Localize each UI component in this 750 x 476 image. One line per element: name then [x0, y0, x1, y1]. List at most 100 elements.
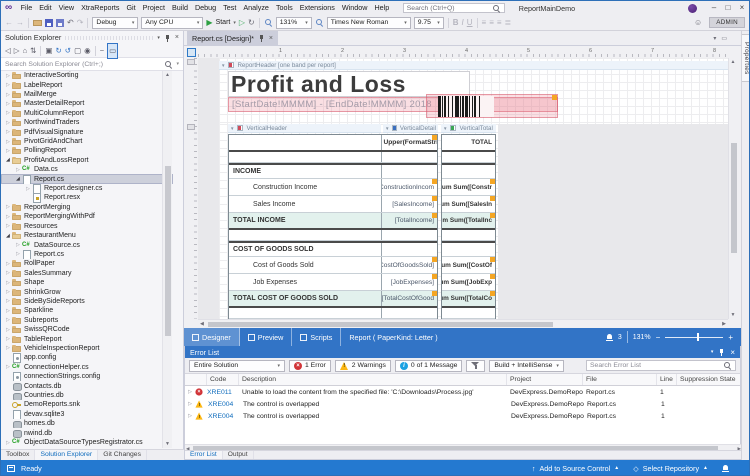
chevron-collapsed-icon[interactable]: ▷ [4, 336, 12, 342]
chevron-collapsed-icon[interactable]: ▷ [4, 289, 12, 295]
chevron-collapsed-icon[interactable]: ▷ [14, 251, 22, 257]
configuration-dropdown[interactable]: Debug▾ [92, 17, 138, 29]
error-search-input[interactable]: Search Error List [586, 360, 736, 371]
tree-item[interactable]: Report.resx [1, 193, 173, 202]
tab-toolbox[interactable]: Toolbox [1, 450, 35, 460]
vertical-detail-band-strip[interactable]: ▼ VerticalDetail [383, 124, 438, 133]
tab-output[interactable]: Output [223, 451, 254, 459]
float-window-icon[interactable]: ▭ [721, 35, 727, 42]
add-to-source-control-button[interactable]: ↑ Add to Source Control ▲ [532, 464, 619, 473]
underline-icon[interactable]: U [467, 15, 473, 31]
scroll-thumb[interactable] [165, 166, 171, 336]
tree-item[interactable]: homes.db [1, 419, 173, 428]
error-row[interactable]: ▷XRE004The control is overlappedDevExpre… [185, 410, 740, 422]
menu-item-build[interactable]: Build [169, 1, 192, 15]
build-intellisense-dropdown[interactable]: Build + IntelliSense▾ [489, 360, 564, 372]
report-detail-cell[interactable]: [TotalIncome] [381, 213, 437, 228]
align-right-icon[interactable]: ≡ [497, 15, 502, 31]
chevron-collapsed-icon[interactable]: ▷ [4, 345, 12, 351]
report-detail-cell[interactable] [381, 243, 437, 256]
report-label-cell[interactable] [229, 230, 381, 240]
column-header-project[interactable]: Project [507, 374, 583, 385]
band-collapse-chevron-icon[interactable]: ▼ [221, 63, 225, 68]
error-row[interactable]: ▷XRE004The control is overlappedDevExpre… [185, 398, 740, 410]
chevron-collapsed-icon[interactable]: ▷ [4, 92, 12, 98]
report-label-cell[interactable]: Job Expenses [229, 274, 381, 290]
scroll-down-icon[interactable]: ▼ [163, 440, 172, 448]
tree-item[interactable]: ▷TableReport [1, 334, 173, 343]
bold-icon[interactable]: B [453, 15, 459, 31]
back-icon[interactable]: ◁ [5, 44, 11, 58]
tree-item[interactable]: ▷InteractiveSorting [1, 71, 173, 80]
report-total-cell[interactable] [442, 243, 495, 256]
menu-item-analyze[interactable]: Analyze [240, 1, 273, 15]
tree-item[interactable]: ▷MailMerge [1, 90, 173, 99]
tree-item[interactable]: ▷LabelReport [1, 80, 173, 89]
report-detail-cell[interactable] [381, 230, 437, 240]
undo-icon[interactable]: ↶ [67, 15, 74, 31]
menu-item-debug[interactable]: Debug [191, 1, 219, 15]
zoom-in-icon[interactable] [315, 18, 324, 27]
tab-solution-explorer[interactable]: Solution Explorer [35, 450, 98, 460]
designer-tab-scripts[interactable]: Scripts [292, 328, 341, 346]
vertical-total-band-strip[interactable]: ▼ VerticalTotal [441, 124, 496, 133]
tree-item[interactable]: ▷SwissQRCode [1, 325, 173, 334]
chevron-collapsed-icon[interactable]: ▷ [4, 308, 12, 314]
preview-selected-items-icon[interactable]: − [100, 44, 104, 58]
report-detail-cell[interactable]: [TotalCostOfGood [381, 291, 437, 306]
vertical-header-band-strip[interactable]: ▼ VerticalHeader [228, 124, 381, 133]
scroll-thumb[interactable] [731, 143, 737, 253]
messages-filter-button[interactable]: i0 of 1 Message [395, 360, 462, 372]
report-total-cell[interactable]: sum Sum([SalesIn [442, 196, 495, 212]
report-total-cell[interactable] [442, 230, 495, 240]
scroll-left-icon[interactable]: ◀ [200, 320, 204, 328]
chevron-collapsed-icon[interactable]: ▷ [4, 120, 12, 126]
scope-dropdown[interactable]: Entire Solution▾ [189, 360, 285, 372]
tree-item[interactable]: ▷RollPaper [1, 259, 173, 268]
tree-item[interactable]: ▷NorthwindTraders [1, 118, 173, 127]
report-total-cell[interactable]: sum Sum([Constr [442, 179, 495, 195]
tree-item[interactable]: devav.sqlite3 [1, 410, 173, 419]
start-without-debugging-icon[interactable]: ▷ [239, 18, 245, 27]
chevron-expanded-icon[interactable]: ◢ [4, 233, 12, 239]
chevron-collapsed-icon[interactable]: ▷ [4, 101, 12, 107]
report-label-cell[interactable]: COST OF GOODS SOLD [229, 243, 381, 256]
report-label-cell[interactable]: TOTAL INCOME [229, 213, 381, 228]
error-row[interactable]: ▷×XRE011Unable to load the content from … [185, 386, 740, 398]
tree-item[interactable]: ▷Shape [1, 278, 173, 287]
tree-item[interactable]: ▷ShrinkGrow [1, 287, 173, 296]
tree-item[interactable]: ▷SalesSummary [1, 269, 173, 278]
pin-icon[interactable] [258, 34, 265, 42]
designer-tab-preview[interactable]: Preview [240, 328, 293, 346]
quick-search-input[interactable]: Search (Ctrl+Q) [403, 3, 505, 13]
close-button[interactable]: × [735, 1, 749, 15]
tree-item[interactable]: ▷Report.cs [1, 250, 173, 259]
report-detail-cell[interactable]: [JobExpenses] [381, 274, 437, 290]
tree-item[interactable]: ◢ProfitAndLossReport [1, 156, 173, 165]
tree-item[interactable]: app.config [1, 353, 173, 362]
italic-icon[interactable]: I [462, 15, 464, 31]
row-expand-chevron-icon[interactable]: ▷ [185, 389, 195, 395]
report-label-cell[interactable]: INCOME [229, 165, 381, 178]
scroll-right-icon[interactable]: ▶ [722, 320, 726, 328]
zoom-dropdown[interactable]: 131%▾ [276, 17, 312, 29]
errors-filter-button[interactable]: ×1 Error [289, 360, 331, 372]
menu-item-help[interactable]: Help [371, 1, 393, 15]
zoom-out-icon[interactable] [264, 18, 273, 27]
report-total-cell[interactable] [442, 152, 495, 162]
report-detail-cell[interactable]: [CostOfGoodsSold] [381, 257, 437, 273]
collapse-all-icon[interactable]: ▭ [107, 43, 118, 59]
window-position-chevron-icon[interactable]: ▾ [157, 35, 160, 41]
show-all-files-icon[interactable]: ▢ [74, 44, 81, 58]
tree-item[interactable]: connectionStrings.config [1, 372, 173, 381]
report-detail-cell[interactable]: Upper(FormatStri [381, 135, 437, 150]
zoom-slider-thumb[interactable] [697, 333, 699, 341]
pin-icon[interactable] [718, 348, 725, 356]
tree-item[interactable]: ◢Report.cs [1, 174, 173, 183]
chevron-collapsed-icon[interactable]: ▷ [4, 82, 12, 88]
band-collapse-chevron-icon[interactable]: ▼ [443, 126, 447, 131]
pin-icon[interactable] [164, 34, 171, 42]
start-debugging-icon[interactable]: ▶ [206, 18, 212, 27]
close-tab-icon[interactable]: × [269, 35, 273, 42]
tree-item[interactable]: ▷DataSource.cs [1, 240, 173, 249]
